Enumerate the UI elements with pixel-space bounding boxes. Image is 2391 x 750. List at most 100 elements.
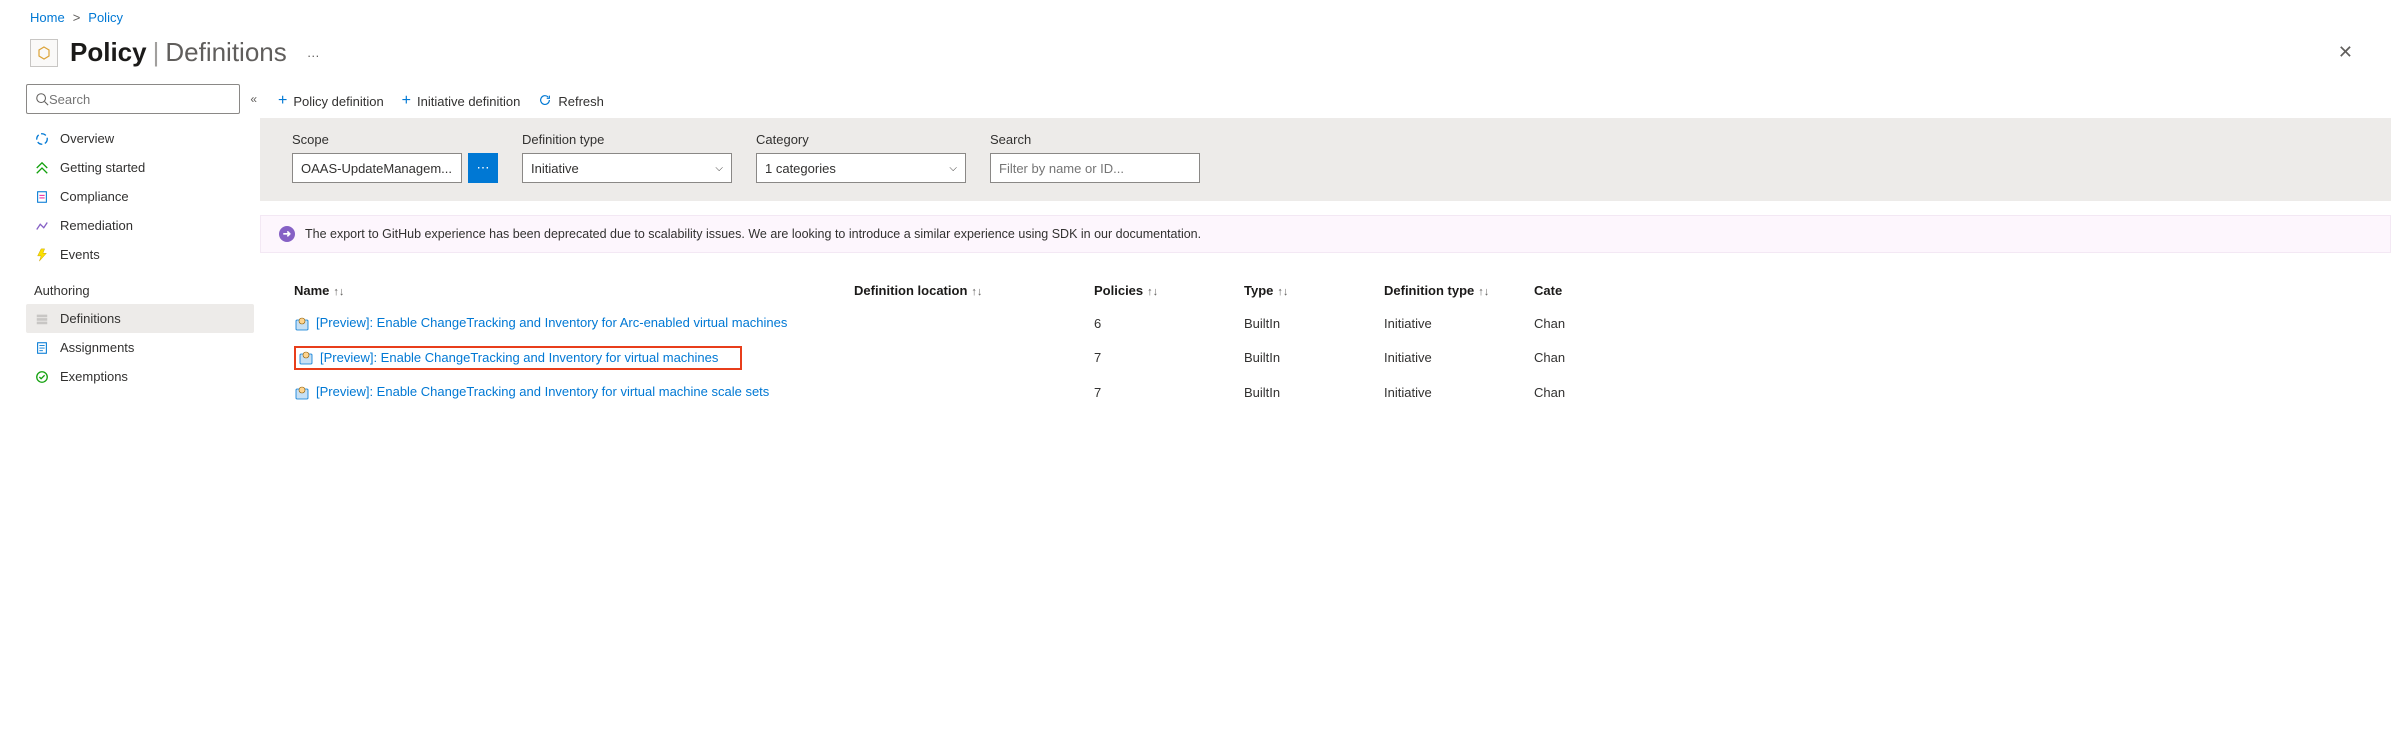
toolbar-label: Refresh: [558, 94, 604, 109]
cell: [848, 377, 1088, 408]
definition-type-select[interactable]: Initiative ⌵: [522, 153, 732, 183]
breadcrumb-policy[interactable]: Policy: [88, 10, 123, 25]
breadcrumb: Home > Policy: [0, 0, 2391, 31]
close-button[interactable]: ✕: [2330, 38, 2361, 67]
sidebar-item-assignments[interactable]: Assignments: [26, 333, 254, 362]
sort-icon: ↑↓: [1478, 286, 1489, 298]
scope-label: Scope: [292, 132, 498, 147]
initiative-icon: [294, 316, 310, 332]
table-row[interactable]: [Preview]: Enable ChangeTracking and Inv…: [288, 308, 2373, 339]
select-value: 1 categories: [765, 161, 836, 176]
search-icon: [35, 92, 49, 106]
chevron-down-icon: ⌵: [715, 163, 723, 174]
sidebar-item-label: Compliance: [60, 189, 129, 204]
sidebar-item-label: Events: [60, 247, 100, 262]
filter-search-box[interactable]: [990, 153, 1200, 183]
sidebar-item-events[interactable]: Events: [26, 240, 254, 269]
category-select[interactable]: 1 categories ⌵: [756, 153, 966, 183]
toolbar-label: Initiative definition: [417, 94, 520, 109]
refresh-button[interactable]: Refresh: [538, 93, 604, 110]
collapse-sidebar-button[interactable]: «: [250, 92, 254, 106]
col-name[interactable]: Name↑↓: [288, 275, 848, 308]
cell: [848, 339, 1088, 378]
remediation-icon: [34, 219, 50, 233]
col-type[interactable]: Type↑↓: [1238, 275, 1378, 308]
definition-name-link[interactable]: [Preview]: Enable ChangeTracking and Inv…: [320, 350, 718, 365]
chevron-right-icon: >: [73, 10, 81, 25]
cell: 7: [1088, 377, 1238, 408]
breadcrumb-home[interactable]: Home: [30, 10, 65, 25]
assignments-icon: [34, 341, 50, 355]
definitions-icon: [34, 312, 50, 326]
filter-bar: Scope OAAS-UpdateManagem... ⋯ Definition…: [260, 118, 2391, 201]
definition-type-label: Definition type: [522, 132, 732, 147]
sidebar-search-input[interactable]: [49, 92, 231, 107]
sidebar-item-compliance[interactable]: Compliance: [26, 182, 254, 211]
cell: Chan: [1528, 377, 2373, 408]
ellipsis-icon: ⋯: [477, 160, 490, 176]
chevron-down-icon: ⌵: [949, 163, 957, 174]
cell: 6: [1088, 308, 1238, 339]
table-row[interactable]: [Preview]: Enable ChangeTracking and Inv…: [288, 339, 2373, 378]
add-policy-definition-button[interactable]: + Policy definition: [278, 92, 384, 110]
refresh-icon: [538, 93, 552, 110]
search-label: Search: [990, 132, 1200, 147]
cell: BuiltIn: [1238, 339, 1378, 378]
select-value: Initiative: [531, 161, 579, 176]
sidebar-item-exemptions[interactable]: Exemptions: [26, 362, 254, 391]
compliance-icon: [34, 190, 50, 204]
cell: [848, 308, 1088, 339]
cell: Chan: [1528, 308, 2373, 339]
info-banner-text: The export to GitHub experience has been…: [305, 227, 1201, 241]
exemptions-icon: [34, 370, 50, 384]
cell: BuiltIn: [1238, 308, 1378, 339]
toolbar-label: Policy definition: [293, 94, 383, 109]
col-policies[interactable]: Policies↑↓: [1088, 275, 1238, 308]
add-initiative-definition-button[interactable]: + Initiative definition: [402, 92, 521, 110]
toolbar: + Policy definition + Initiative definit…: [260, 84, 2391, 118]
sidebar-item-label: Exemptions: [60, 369, 128, 384]
cell: Initiative: [1378, 308, 1528, 339]
table-row[interactable]: [Preview]: Enable ChangeTracking and Inv…: [288, 377, 2373, 408]
info-icon: ➜: [279, 226, 295, 242]
sidebar-item-overview[interactable]: Overview: [26, 124, 254, 153]
page-header: Policy | Definitions … ✕: [0, 31, 2391, 84]
filter-search-input[interactable]: [999, 161, 1191, 176]
scope-select-button[interactable]: ⋯: [468, 153, 498, 183]
col-category[interactable]: Cate: [1528, 275, 2373, 308]
events-icon: [34, 248, 50, 262]
definition-name-link[interactable]: [Preview]: Enable ChangeTracking and Inv…: [316, 315, 787, 330]
col-definition-location[interactable]: Definition location↑↓: [848, 275, 1088, 308]
cell: 7: [1088, 339, 1238, 378]
sort-icon: ↑↓: [333, 286, 344, 298]
sidebar-group-authoring: Authoring: [26, 269, 254, 304]
title-separator: |: [153, 37, 160, 68]
sidebar-item-getting-started[interactable]: Getting started: [26, 153, 254, 182]
sidebar-item-remediation[interactable]: Remediation: [26, 211, 254, 240]
sidebar-item-label: Assignments: [60, 340, 134, 355]
sidebar-item-label: Remediation: [60, 218, 133, 233]
sidebar-item-label: Getting started: [60, 160, 145, 175]
col-definition-type[interactable]: Definition type↑↓: [1378, 275, 1528, 308]
main-content: + Policy definition + Initiative definit…: [260, 84, 2391, 408]
plus-icon: +: [278, 92, 287, 110]
definitions-table: Name↑↓ Definition location↑↓ Policies↑↓ …: [260, 253, 2391, 408]
category-label: Category: [756, 132, 966, 147]
info-banner: ➜ The export to GitHub experience has be…: [260, 215, 2391, 253]
more-actions-button[interactable]: …: [307, 45, 322, 60]
plus-icon: +: [402, 92, 411, 110]
scope-value[interactable]: OAAS-UpdateManagem...: [292, 153, 462, 183]
cell: BuiltIn: [1238, 377, 1378, 408]
sidebar: « Overview Getting started Compliance Re…: [0, 84, 260, 408]
sidebar-search[interactable]: [26, 84, 240, 114]
page-title: Policy: [70, 37, 147, 68]
sidebar-item-label: Overview: [60, 131, 114, 146]
sort-icon: ↑↓: [1277, 286, 1288, 298]
definition-name-link[interactable]: [Preview]: Enable ChangeTracking and Inv…: [316, 384, 769, 399]
sidebar-item-definitions[interactable]: Definitions: [26, 304, 254, 333]
getting-started-icon: [34, 161, 50, 175]
sidebar-item-label: Definitions: [60, 311, 121, 326]
cell: Chan: [1528, 339, 2373, 378]
overview-icon: [34, 132, 50, 146]
initiative-icon: [294, 385, 310, 401]
